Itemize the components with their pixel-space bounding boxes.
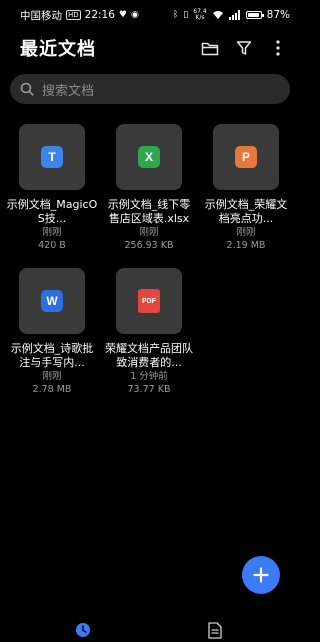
- file-thumbnail[interactable]: W: [19, 268, 85, 334]
- battery-icon: [245, 11, 264, 19]
- txt-file-icon: T: [41, 146, 63, 168]
- signal-icon: [228, 10, 240, 20]
- nav-documents[interactable]: [205, 620, 225, 640]
- search-input[interactable]: 搜索文档: [42, 80, 94, 99]
- documents-icon: [208, 621, 222, 639]
- battery-level: 87%: [266, 9, 290, 21]
- hd-badge: HD: [66, 10, 81, 20]
- file-item[interactable]: W 示例文档_诗歌批注与手写内... 刚刚 2.78 MB: [6, 268, 98, 396]
- file-item[interactable]: PDF 荣耀文档产品团队致消费者的... 1 分钟前 73.77 KB: [103, 268, 195, 396]
- file-thumbnail[interactable]: PDF: [116, 268, 182, 334]
- vibrate-icon: ▯: [183, 10, 189, 20]
- net-speed: 67.4 K/s: [193, 8, 207, 21]
- file-item[interactable]: X 示例文档_线下零售店区域表.xlsx 刚刚 256.93 KB: [103, 124, 195, 252]
- bluetooth-icon: ᛒ: [172, 10, 179, 20]
- file-name: 示例文档_MagicOS技...: [6, 198, 98, 225]
- clock: 22:16: [84, 9, 115, 21]
- file-time: 刚刚: [236, 227, 256, 238]
- notification-heart-icon: ♥: [118, 10, 127, 20]
- file-name: 示例文档_荣耀文档亮点功...: [204, 198, 288, 225]
- file-name: 荣耀文档产品团队致消费者的...: [105, 342, 193, 369]
- status-bar: 中国移动 HD 22:16 ♥ ◉ ᛒ ▯ 67.4 K/s 87%: [0, 0, 300, 30]
- file-size: 2.78 MB: [32, 384, 72, 395]
- word-file-icon: W: [41, 290, 63, 312]
- folder-icon[interactable]: [200, 38, 220, 58]
- file-thumbnail[interactable]: T: [19, 124, 85, 190]
- file-name: 示例文档_线下零售店区域表.xlsx: [107, 198, 191, 225]
- file-thumbnail[interactable]: X: [116, 124, 182, 190]
- file-time: 刚刚: [139, 227, 159, 238]
- file-thumbnail[interactable]: P: [213, 124, 279, 190]
- filter-icon[interactable]: [234, 38, 254, 58]
- file-item[interactable]: T 示例文档_MagicOS技... 刚刚 420 B: [6, 124, 98, 252]
- recent-clock-icon: [76, 623, 90, 637]
- carrier-label: 中国移动: [20, 9, 62, 22]
- app-header: 最近文档: [0, 30, 300, 66]
- nav-recent[interactable]: [73, 620, 93, 640]
- more-vert-icon[interactable]: [268, 38, 288, 58]
- notification-app-icon: ◉: [131, 10, 139, 20]
- file-time: 1 分钟前: [130, 371, 168, 382]
- file-size: 420 B: [38, 240, 66, 251]
- pdf-file-icon: PDF: [138, 289, 160, 313]
- plus-icon: [253, 567, 269, 583]
- file-time: 刚刚: [42, 371, 62, 382]
- excel-file-icon: X: [138, 146, 160, 168]
- ppt-file-icon: P: [235, 146, 257, 168]
- page-title: 最近文档: [20, 39, 96, 60]
- file-item[interactable]: P 示例文档_荣耀文档亮点功... 刚刚 2.19 MB: [200, 124, 292, 252]
- bottom-nav: [0, 612, 300, 642]
- file-name: 示例文档_诗歌批注与手写内...: [10, 342, 94, 369]
- search-icon: [20, 82, 34, 96]
- file-size: 256.93 KB: [124, 240, 174, 251]
- file-size: 2.19 MB: [226, 240, 266, 251]
- new-document-button[interactable]: [242, 556, 280, 594]
- file-time: 刚刚: [42, 227, 62, 238]
- wifi-icon: [212, 11, 223, 19]
- file-size: 73.77 KB: [127, 384, 171, 395]
- search-bar[interactable]: 搜索文档: [10, 74, 290, 104]
